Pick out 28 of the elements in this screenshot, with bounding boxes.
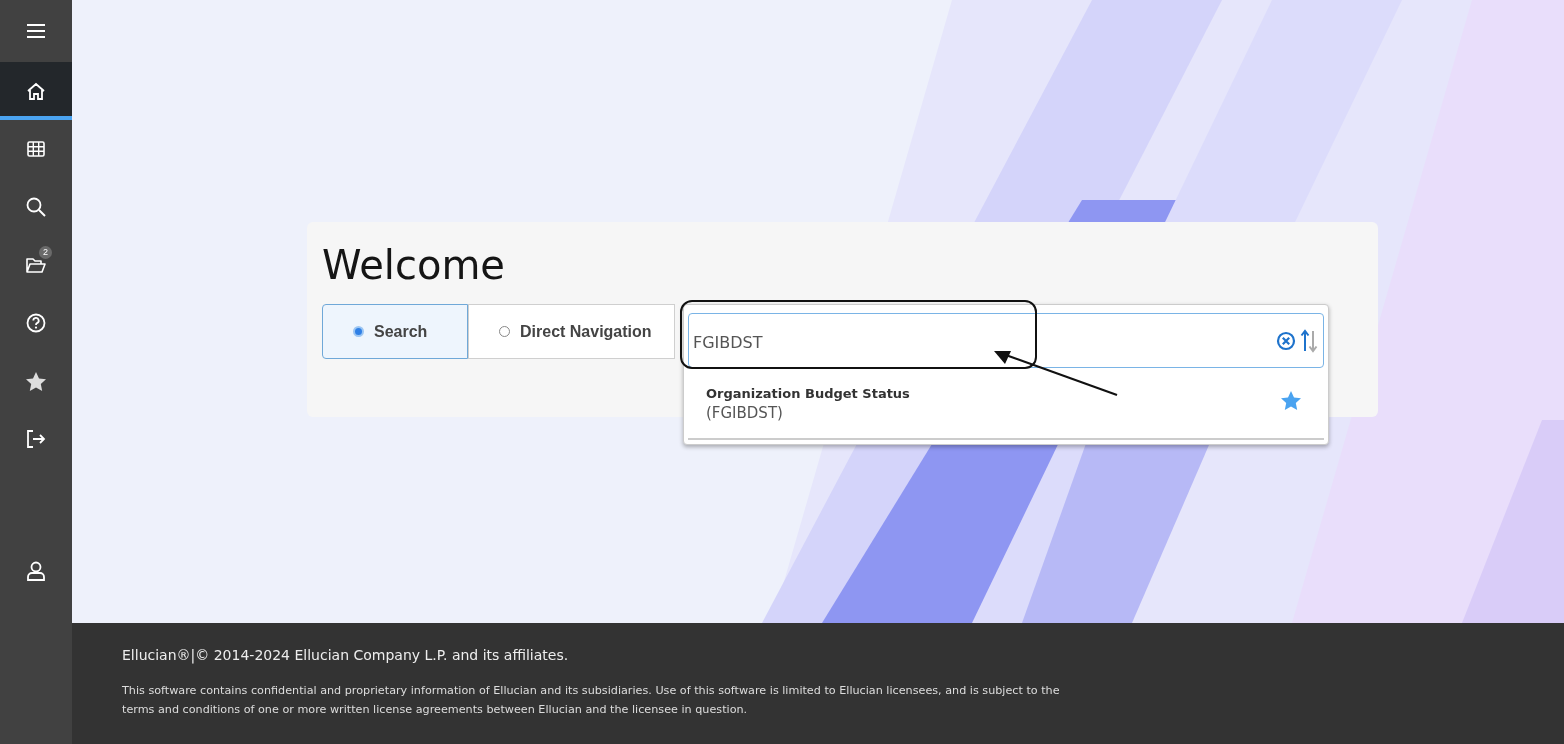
favorite-star-icon[interactable] xyxy=(1280,390,1302,411)
mode-label: Direct Navigation xyxy=(520,322,652,341)
copyright-text: Ellucian®|© 2014-2024 Ellucian Company L.P. and its affiliates. xyxy=(122,647,570,663)
sort-icon[interactable] xyxy=(1300,329,1318,353)
radio-button[interactable] xyxy=(499,326,510,337)
welcome-heading: Welcome xyxy=(322,241,506,290)
menu-icon xyxy=(26,23,46,39)
mode-tab[interactable]: Search xyxy=(322,304,468,359)
mode-tab[interactable]: Direct Navigation xyxy=(468,304,675,359)
home-icon xyxy=(26,82,46,100)
radio-button[interactable] xyxy=(353,326,364,337)
result-code: (FGIBDST) xyxy=(706,404,784,422)
help-icon xyxy=(26,313,46,333)
legal-notice: This software contains confidential and proprietary information of Ellucian and its subsidiaries. Use of this software is limited to Ellucian licensees, and is subject to the terms and conditions of one or more written license agreements between Ellucian and the licensee in question. xyxy=(122,683,1061,718)
grid-icon xyxy=(27,141,45,157)
count-badge: 2 xyxy=(39,246,52,259)
search-field[interactable]: FGIBDST xyxy=(688,313,1324,368)
mode-label: Search xyxy=(374,322,428,341)
user-icon xyxy=(26,561,46,581)
folder-icon xyxy=(26,257,46,273)
search-icon xyxy=(26,197,46,217)
clear-icon[interactable] xyxy=(1276,331,1296,351)
home-button[interactable] xyxy=(0,62,72,120)
result-item[interactable]: Organization Budget Status (FGIBDST) xyxy=(688,368,1324,440)
folder-button[interactable]: 2 xyxy=(0,236,72,294)
star-icon xyxy=(25,370,47,392)
result-title: Organization Budget Status xyxy=(706,386,910,401)
sign-out-icon xyxy=(26,430,46,448)
